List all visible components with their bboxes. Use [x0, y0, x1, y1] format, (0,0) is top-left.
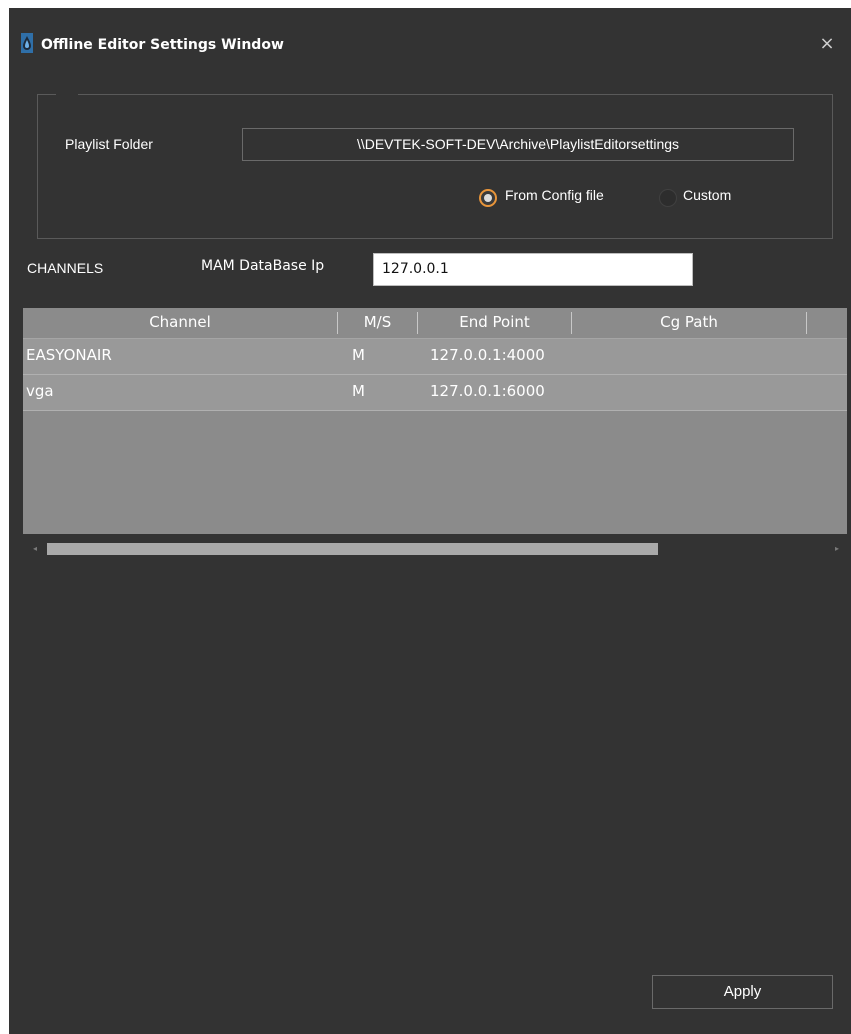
column-header-end-point[interactable]: End Point	[418, 308, 571, 338]
title-bar: Offline Editor Settings Window ×	[9, 8, 851, 88]
column-separator[interactable]	[806, 312, 807, 334]
mam-database-ip-input[interactable]: 127.0.0.1	[373, 253, 693, 286]
cell-end-point: 127.0.0.1:6000	[430, 382, 545, 400]
table-row[interactable]: vga M 127.0.0.1:6000	[23, 375, 847, 411]
horizontal-scrollbar[interactable]: ◂ ▸	[23, 541, 847, 557]
groupbox-caption-gap	[56, 93, 78, 97]
channels-grid: Channel M/S End Point Cg Path EASYONAIR …	[23, 308, 847, 534]
playlist-groupbox: Playlist Folder \\DEVTEK-SOFT-DEV\Archiv…	[37, 93, 833, 239]
cell-channel: vga	[26, 382, 54, 400]
from-config-radio[interactable]	[479, 189, 497, 207]
grid-header: Channel M/S End Point Cg Path	[23, 308, 847, 339]
table-row[interactable]: EASYONAIR M 127.0.0.1:4000	[23, 339, 847, 375]
app-droplet-icon	[21, 33, 33, 53]
column-header-cg-path[interactable]: Cg Path	[572, 308, 806, 338]
column-header-ms[interactable]: M/S	[338, 308, 417, 338]
cell-channel: EASYONAIR	[26, 346, 112, 364]
apply-button[interactable]: Apply	[652, 975, 833, 1009]
mam-database-ip-label: MAM DataBase Ip	[201, 258, 325, 274]
close-icon[interactable]: ×	[817, 33, 837, 55]
settings-window: Offline Editor Settings Window × Playlis…	[9, 8, 851, 1034]
scroll-left-icon[interactable]: ◂	[27, 541, 43, 557]
playlist-folder-label: Playlist Folder	[65, 136, 153, 152]
custom-label[interactable]: Custom	[683, 187, 731, 203]
custom-radio[interactable]	[659, 189, 677, 207]
playlist-folder-field[interactable]: \\DEVTEK-SOFT-DEV\Archive\PlaylistEditor…	[242, 128, 794, 161]
column-header-channel[interactable]: Channel	[23, 308, 337, 338]
scroll-right-icon[interactable]: ▸	[829, 541, 845, 557]
cell-ms: M	[352, 382, 365, 400]
channels-label: CHANNELS	[27, 260, 104, 276]
cell-end-point: 127.0.0.1:4000	[430, 346, 545, 364]
scrollbar-thumb[interactable]	[47, 543, 658, 555]
cell-ms: M	[352, 346, 365, 364]
window-title: Offline Editor Settings Window	[41, 37, 284, 53]
from-config-label[interactable]: From Config file	[505, 187, 604, 203]
